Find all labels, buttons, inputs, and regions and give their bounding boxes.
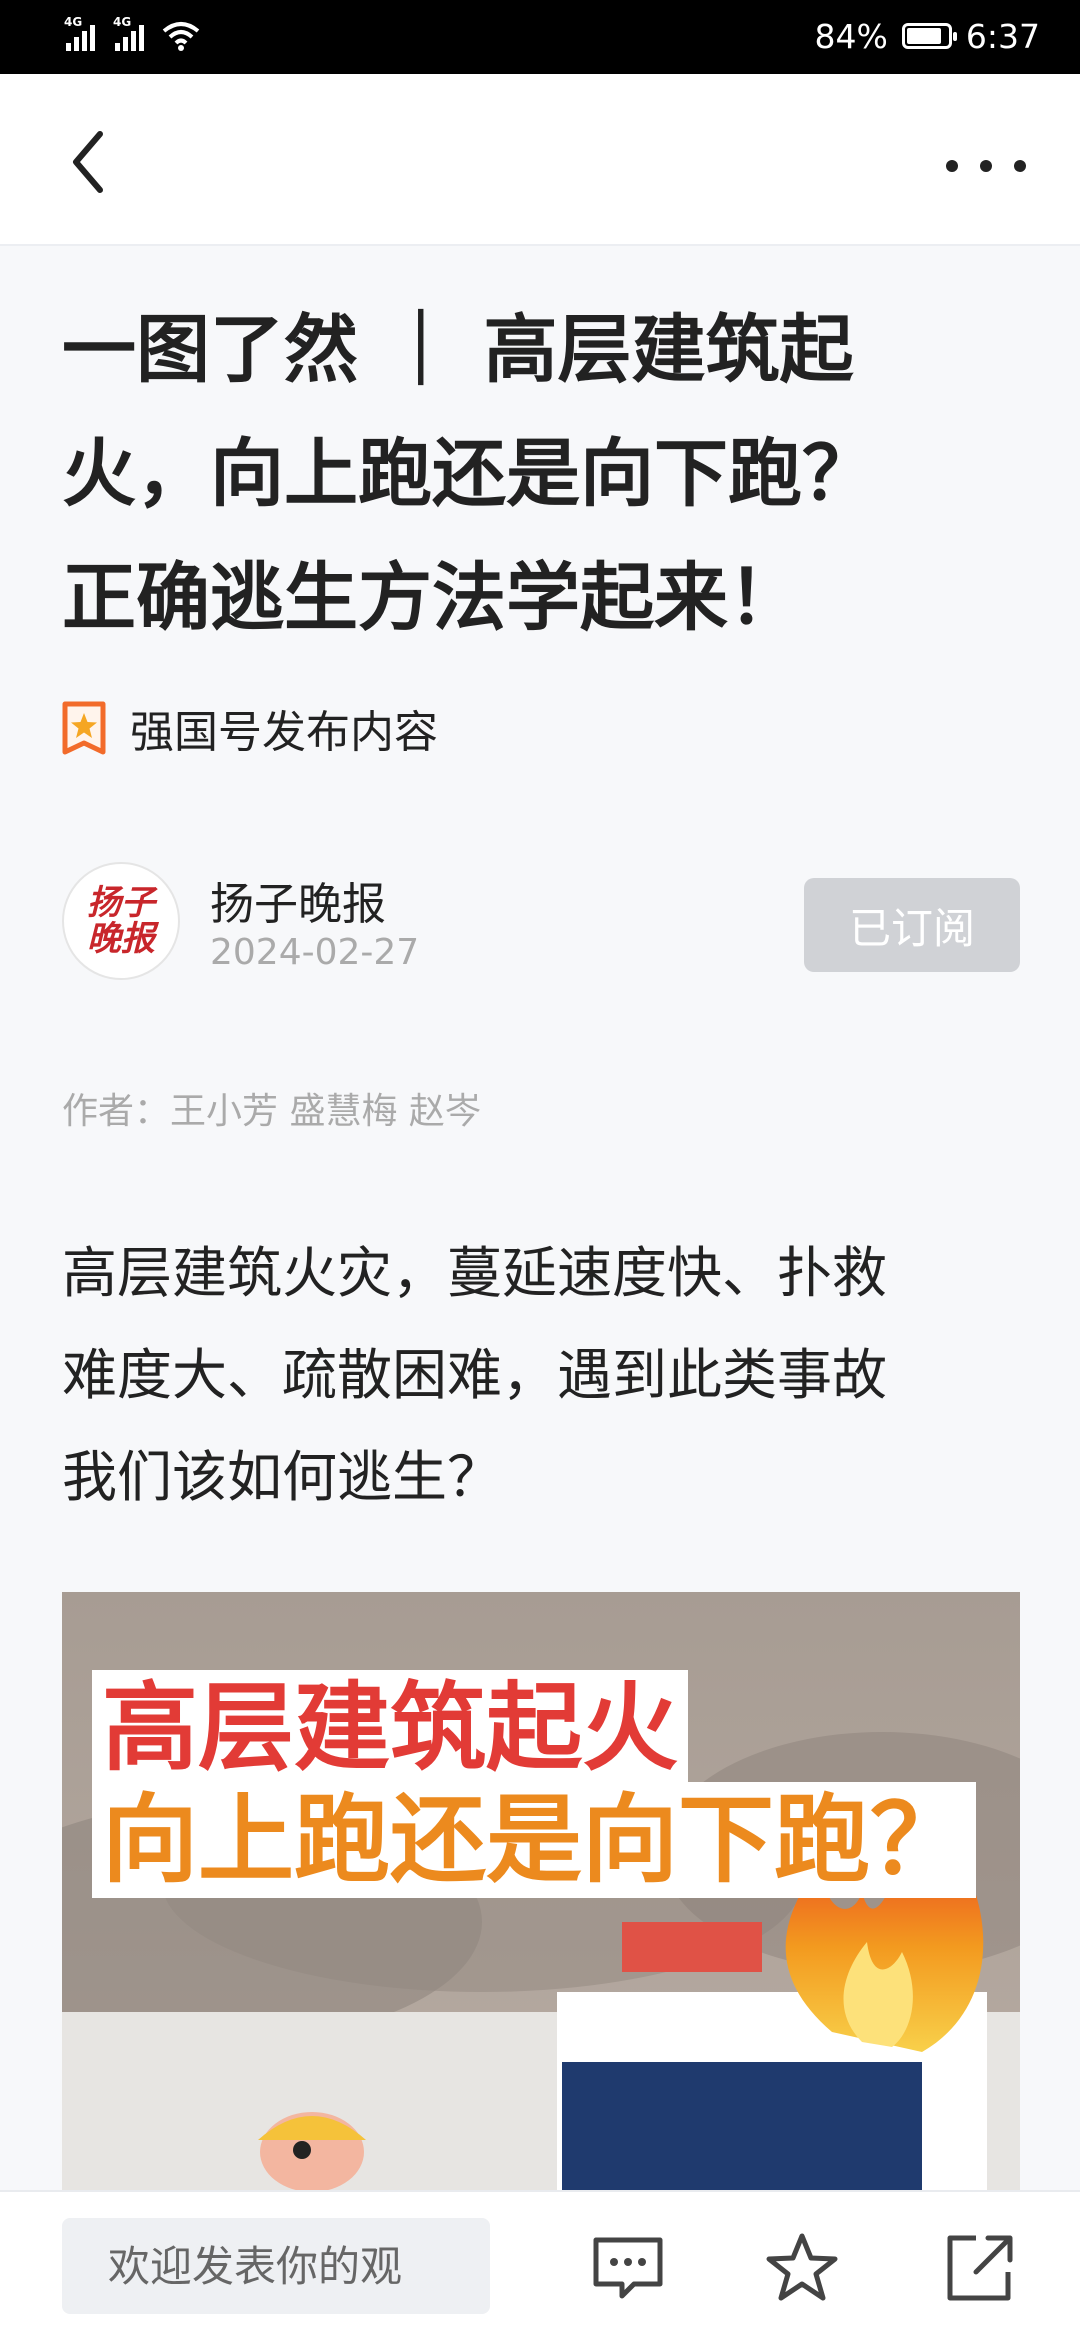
- article-title: 一图了然 ｜ 高层建筑起 火，向上跑还是向下跑？ 正确逃生方法学起来！: [62, 288, 1022, 660]
- more-dot: [946, 160, 958, 172]
- cellular-signal-icon: 4G: [64, 15, 95, 51]
- comment-input[interactable]: [62, 2218, 490, 2314]
- poster-headline-line-2: 向上跑还是向下跑？: [92, 1782, 1000, 1898]
- poster-headline: 高层建筑起火 向上跑还是向下跑？: [92, 1670, 1000, 1898]
- clock: 6:37: [965, 16, 1040, 56]
- status-left: 4G 4G: [64, 15, 200, 56]
- nav-bar: [0, 74, 1080, 246]
- paragraph-line: 我们该如何逃生？: [62, 1445, 503, 1509]
- more-dot: [980, 160, 992, 172]
- share-icon[interactable]: [942, 2230, 1018, 2306]
- more-dot: [1014, 160, 1026, 172]
- paragraph-line: 高层建筑火灾，蔓延速度快、扑救: [62, 1241, 888, 1305]
- subscribe-button[interactable]: 已订阅: [804, 878, 1020, 972]
- byline: 作者：王小芳 盛慧梅 赵岑: [62, 1091, 481, 1132]
- paragraph-line: 难度大、疏散困难，遇到此类事故: [62, 1343, 888, 1407]
- title-line: 火，向上跑还是向下跑？: [62, 431, 876, 517]
- avatar-text: 扬子: [87, 883, 155, 923]
- poster-headline-line-1: 高层建筑起火: [92, 1670, 1000, 1786]
- network-type-2-label: 4G: [113, 15, 132, 29]
- author-row: 扬子 晚报 扬子晚报 2024-02-27 已订阅: [62, 862, 1020, 988]
- battery-percent: 84%: [814, 16, 888, 56]
- lead-paragraph: 高层建筑火灾，蔓延速度快、扑救 难度大、疏散困难，遇到此类事故 我们该如何逃生？: [62, 1222, 1022, 1528]
- back-button[interactable]: [60, 122, 120, 202]
- wifi-icon: [162, 22, 200, 51]
- chevron-left-icon: [73, 131, 103, 193]
- status-right: 84% 6:37: [815, 14, 1040, 58]
- more-button[interactable]: [946, 146, 1026, 186]
- publish-date: 2024-02-27: [210, 932, 420, 973]
- star-icon[interactable]: [764, 2230, 840, 2306]
- title-line: 正确逃生方法学起来！: [62, 555, 802, 641]
- network-type-label: 4G: [64, 15, 83, 29]
- source-tag: 强国号发布内容: [62, 700, 438, 758]
- cellular-signal-2-icon: 4G: [113, 15, 144, 51]
- article-hero-image[interactable]: 高层建筑起火 向上跑还是向下跑？: [62, 1592, 1020, 2192]
- star-badge-icon: [62, 701, 106, 755]
- comment-icon[interactable]: [590, 2230, 666, 2306]
- avatar-text: 晚报: [87, 919, 155, 959]
- bottom-bar: [0, 2190, 1080, 2342]
- account-name[interactable]: 扬子晚报: [210, 868, 386, 932]
- title-line: 一图了然 ｜ 高层建筑起: [62, 307, 854, 393]
- source-tag-label: 强国号发布内容: [130, 707, 438, 758]
- battery-icon: [901, 23, 957, 49]
- avatar[interactable]: 扬子 晚报: [62, 862, 180, 980]
- status-bar: 4G 4G 84% 6:37: [0, 0, 1080, 74]
